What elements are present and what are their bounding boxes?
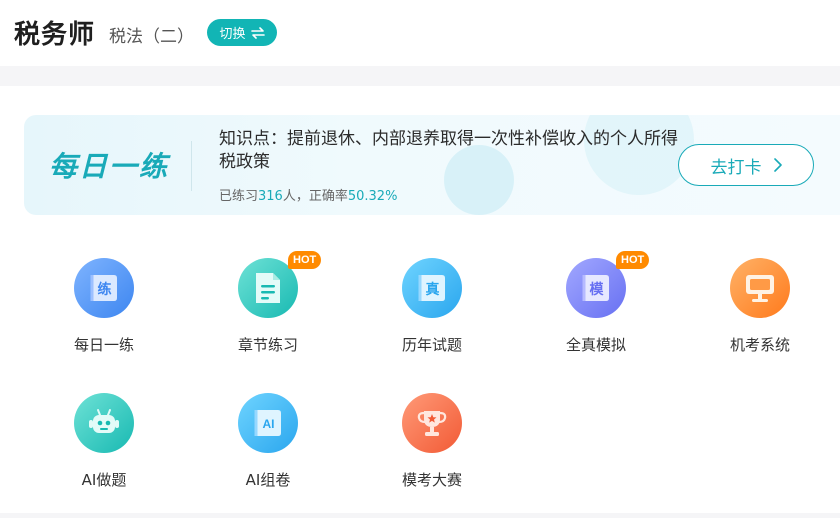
menu-item-chapter-practice[interactable]: HOT 章节练习 [208, 251, 328, 368]
vertical-divider [191, 141, 192, 191]
daily-topic[interactable]: 知识点：提前退休、内部退养取得一次性补偿收入的个人所得税政策 [219, 128, 679, 174]
accuracy-rate: 50.32% [347, 189, 398, 204]
svg-text:真: 真 [426, 281, 440, 298]
exam-book-icon: 真 [402, 258, 462, 318]
menu-item-ai-paper[interactable]: AI AI组卷 [208, 393, 328, 503]
daily-stats: 已练习316人，正确率50.32% [219, 189, 398, 204]
daily-practice-card[interactable]: 每日一练 知识点：提前退休、内部退养取得一次性补偿收入的个人所得税政策 已练习3… [24, 115, 840, 215]
svg-text:练: 练 [98, 281, 112, 298]
practiced-count: 316 [258, 189, 283, 204]
menu-item-label: 全真模拟 [565, 336, 626, 354]
trophy-icon [402, 393, 462, 453]
switch-subject-button[interactable]: 切换 [207, 19, 277, 46]
page-title: 税务师 [14, 20, 96, 50]
practice-book-icon: 练 [74, 258, 134, 318]
subject-name: 税法（二） [109, 27, 194, 47]
daily-practice-logo: 每日一练 [49, 150, 170, 183]
swap-arrows-icon [250, 26, 265, 39]
checkin-button[interactable]: 去打卡 [678, 144, 814, 186]
menu-item-label: AI做题 [81, 471, 127, 489]
section-divider [0, 66, 840, 86]
svg-text:AI: AI [263, 417, 275, 431]
menu-item-label: 机考系统 [729, 336, 790, 354]
menu-item-label: AI组卷 [245, 471, 291, 489]
menu-item-label: 每日一练 [73, 336, 134, 354]
menu-item-past-exams[interactable]: 真 历年试题 [372, 258, 492, 368]
svg-text:模: 模 [590, 281, 605, 298]
ai-paper-icon: AI [238, 393, 298, 453]
chevron-right-icon [773, 158, 782, 172]
computer-icon [730, 258, 790, 318]
menu-item-computer-exam[interactable]: 机考系统 [700, 258, 820, 368]
switch-label: 切换 [219, 27, 246, 42]
hot-badge: HOT [288, 251, 322, 269]
menu-item-ai-practice[interactable]: AI做题 [44, 393, 164, 503]
menu-item-label: 模考大赛 [401, 471, 462, 489]
menu-item-mock-contest[interactable]: 模考大赛 [372, 393, 492, 503]
checkin-label: 去打卡 [710, 157, 762, 178]
menu-item-label: 历年试题 [401, 336, 462, 354]
robot-icon [74, 393, 134, 453]
bottom-divider [0, 513, 840, 518]
header: 税务师 税法（二） 切换 [0, 0, 840, 66]
hot-badge: HOT [616, 251, 650, 269]
menu-item-mock-exam[interactable]: 模 HOT 全真模拟 [536, 251, 656, 368]
menu-item-daily-practice[interactable]: 练 每日一练 [44, 258, 164, 368]
menu-item-label: 章节练习 [237, 336, 298, 354]
